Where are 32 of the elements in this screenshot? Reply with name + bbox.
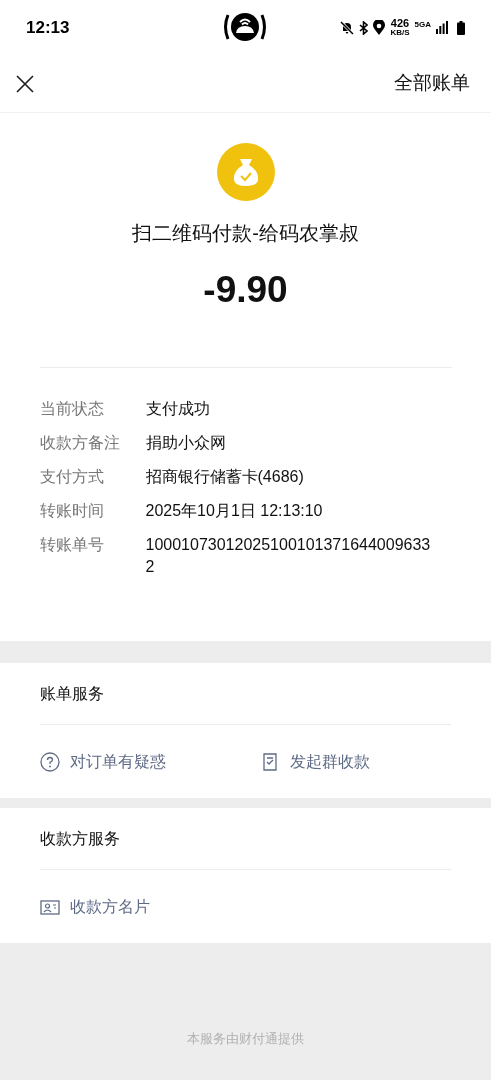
service-link[interactable]: 收款方名片 bbox=[40, 894, 260, 919]
detail-label: 转账单号 bbox=[39, 535, 105, 556]
detail-value: 招商银行储蓄卡(4686) bbox=[145, 467, 305, 488]
all-bills-link[interactable]: 全部账单 bbox=[394, 69, 470, 98]
detail-value: 2025年10月1日 12:13:10 bbox=[145, 501, 324, 522]
detail-value: 100010730120251001013716440096332 bbox=[145, 535, 432, 578]
payment-title: 扫二维码付款-给码农掌叔 bbox=[132, 221, 359, 246]
service-link[interactable]: 发起群收款 bbox=[260, 749, 370, 774]
hotspot-icon bbox=[222, 12, 268, 42]
detail-label: 支付方式 bbox=[39, 467, 105, 488]
money-bag-icon bbox=[216, 143, 275, 201]
detail-value: 支付成功 bbox=[145, 399, 211, 420]
section-title: 收款方服务 bbox=[40, 808, 451, 870]
bell-off-icon bbox=[340, 20, 355, 35]
detail-value: 捐助小众网 bbox=[145, 433, 227, 454]
detail-label: 当前状态 bbox=[39, 399, 105, 420]
receipt-icon bbox=[260, 751, 280, 772]
network-speed: 426 bbox=[390, 18, 410, 29]
close-button[interactable] bbox=[16, 74, 34, 93]
status-time: 12:13 bbox=[26, 16, 70, 39]
section-title: 账单服务 bbox=[40, 663, 451, 725]
speed-unit: KB/S bbox=[390, 29, 410, 37]
detail-label: 收款方备注 bbox=[39, 433, 121, 454]
payment-amount: -9.90 bbox=[203, 268, 288, 312]
network-type: 5GA bbox=[414, 19, 431, 31]
location-icon bbox=[373, 20, 386, 35]
detail-label: 转账时间 bbox=[39, 501, 105, 522]
signal-icon bbox=[436, 21, 448, 34]
question-icon bbox=[40, 751, 60, 772]
service-link[interactable]: 对订单有疑惑 bbox=[40, 749, 260, 774]
battery-icon bbox=[457, 20, 465, 35]
bluetooth-icon bbox=[359, 20, 369, 35]
